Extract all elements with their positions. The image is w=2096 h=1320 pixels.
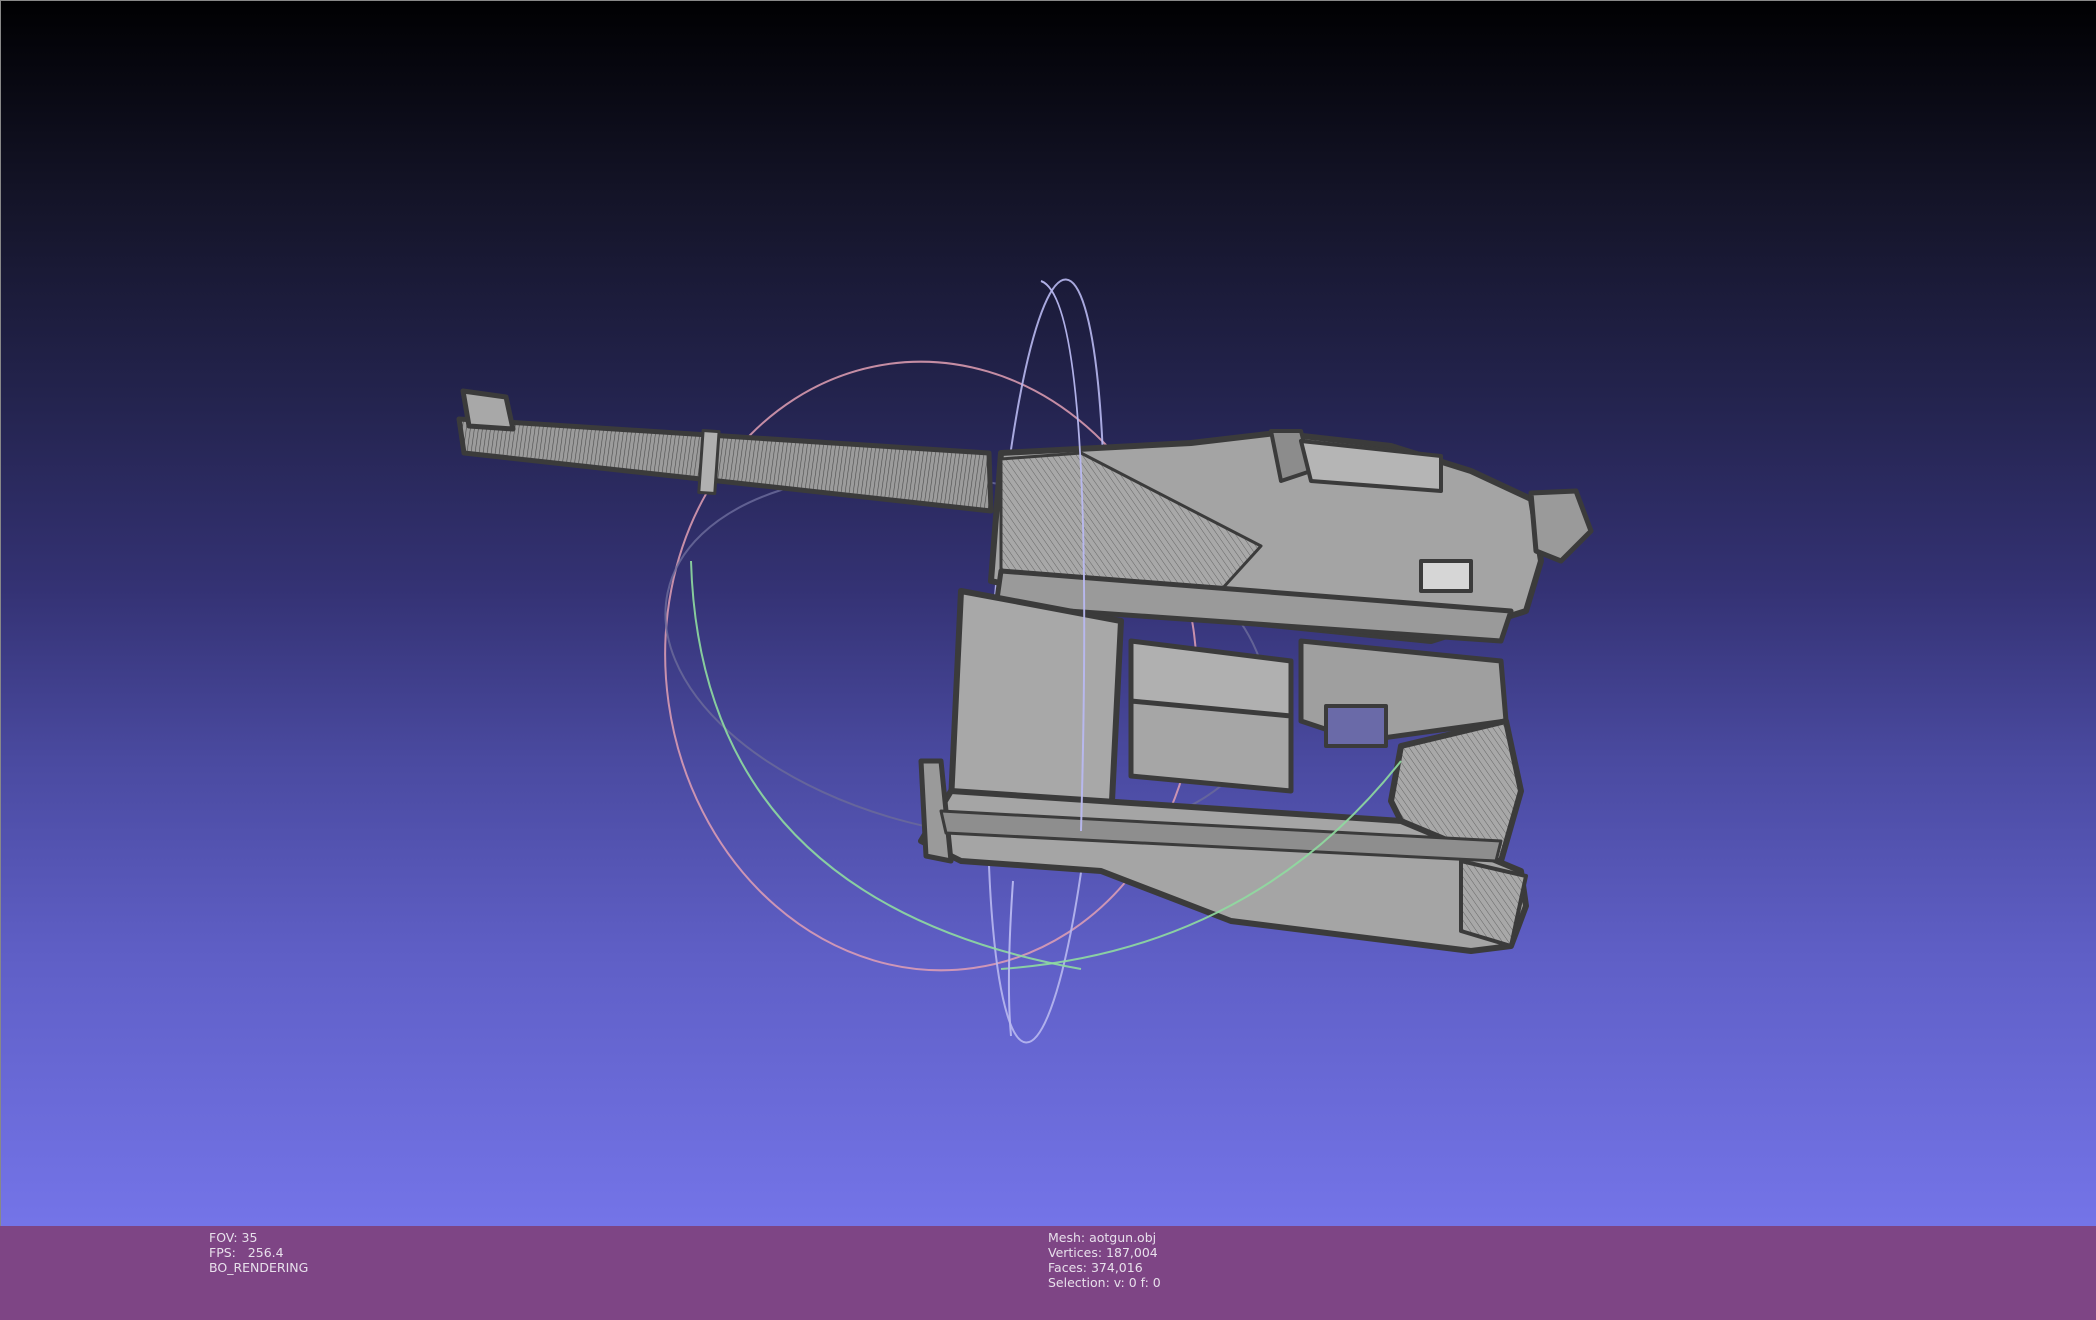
mesh-scene[interactable] [1,1,2096,1226]
render-mode-readout: BO_RENDERING [209,1260,309,1275]
mesh-stats: Mesh: aotgun.obj Vertices: 187,004 Faces… [1048,1230,1161,1290]
fps-readout: FPS: 256.4 [209,1245,284,1260]
3d-viewport[interactable] [0,0,2096,1226]
render-stats: FOV: 35 FPS: 256.4 BO_RENDERING [209,1230,308,1275]
fov-readout: FOV: 35 [209,1230,258,1245]
mesh-name-readout: Mesh: aotgun.obj [1048,1230,1157,1245]
vertices-readout: Vertices: 187,004 [1048,1245,1158,1260]
mesh-model-icon [456,388,1594,954]
info-panel: FOV: 35 FPS: 256.4 BO_RENDERING Mesh: ao… [0,1226,2096,1320]
selection-readout: Selection: v: 0 f: 0 [1048,1275,1161,1290]
faces-readout: Faces: 374,016 [1048,1260,1143,1275]
